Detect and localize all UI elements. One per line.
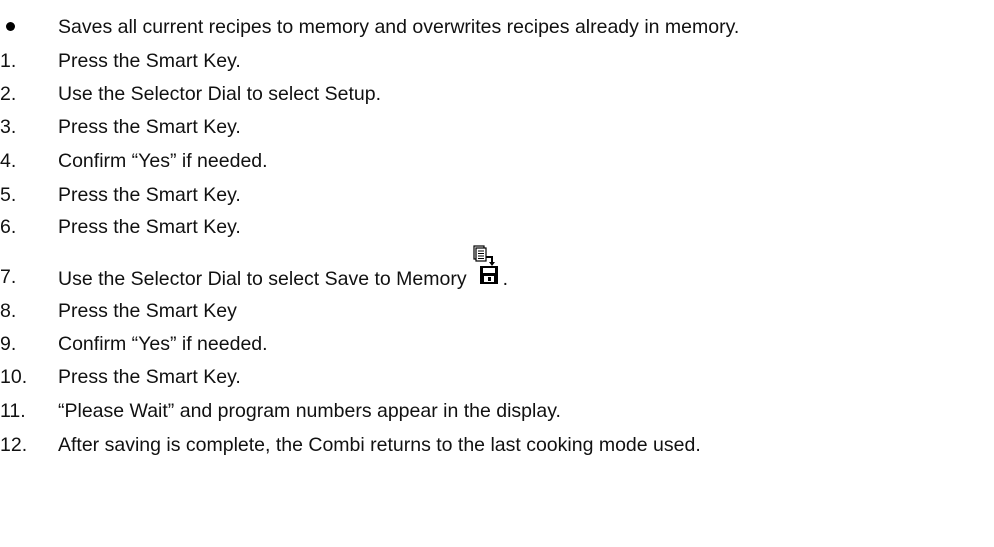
step-number: 3.: [0, 116, 17, 138]
step-text: Confirm “Yes” if needed.: [58, 150, 268, 172]
step-number: 8.: [0, 300, 17, 322]
step-suffix: .: [502, 268, 509, 290]
step-text: “Please Wait” and program numbers appear…: [58, 400, 561, 422]
step-text: Press the Smart Key: [58, 300, 237, 322]
step-text: Use the Selector Dial to select Save to …: [58, 268, 467, 290]
save-to-memory-icon: [472, 245, 502, 293]
bullet-text: Saves all current recipes to memory and …: [58, 16, 740, 38]
step-text: Press the Smart Key.: [58, 184, 241, 206]
step-number: 12.: [0, 434, 28, 456]
step-number: 9.: [0, 333, 17, 355]
step-number: 7.: [0, 266, 17, 288]
step-number: 6.: [0, 216, 17, 238]
step-number: 11.: [0, 400, 26, 422]
step-text: After saving is complete, the Combi retu…: [58, 434, 701, 456]
step-text: Press the Smart Key.: [58, 116, 241, 138]
bullet-icon: [6, 22, 15, 31]
step-7-text-group: Use the Selector Dial to select Save to …: [58, 245, 509, 293]
step-text: Press the Smart Key.: [58, 216, 241, 238]
step-number: 2.: [0, 83, 17, 105]
step-number: 4.: [0, 150, 17, 172]
step-text: Press the Smart Key.: [58, 366, 241, 388]
step-text: Confirm “Yes” if needed.: [58, 333, 268, 355]
step-text: Use the Selector Dial to select Setup.: [58, 83, 381, 105]
step-text: Press the Smart Key.: [58, 50, 241, 72]
step-number: 5.: [0, 184, 17, 206]
instruction-document: Saves all current recipes to memory and …: [0, 0, 994, 547]
step-number: 10.: [0, 366, 28, 388]
step-number: 1.: [0, 50, 17, 72]
